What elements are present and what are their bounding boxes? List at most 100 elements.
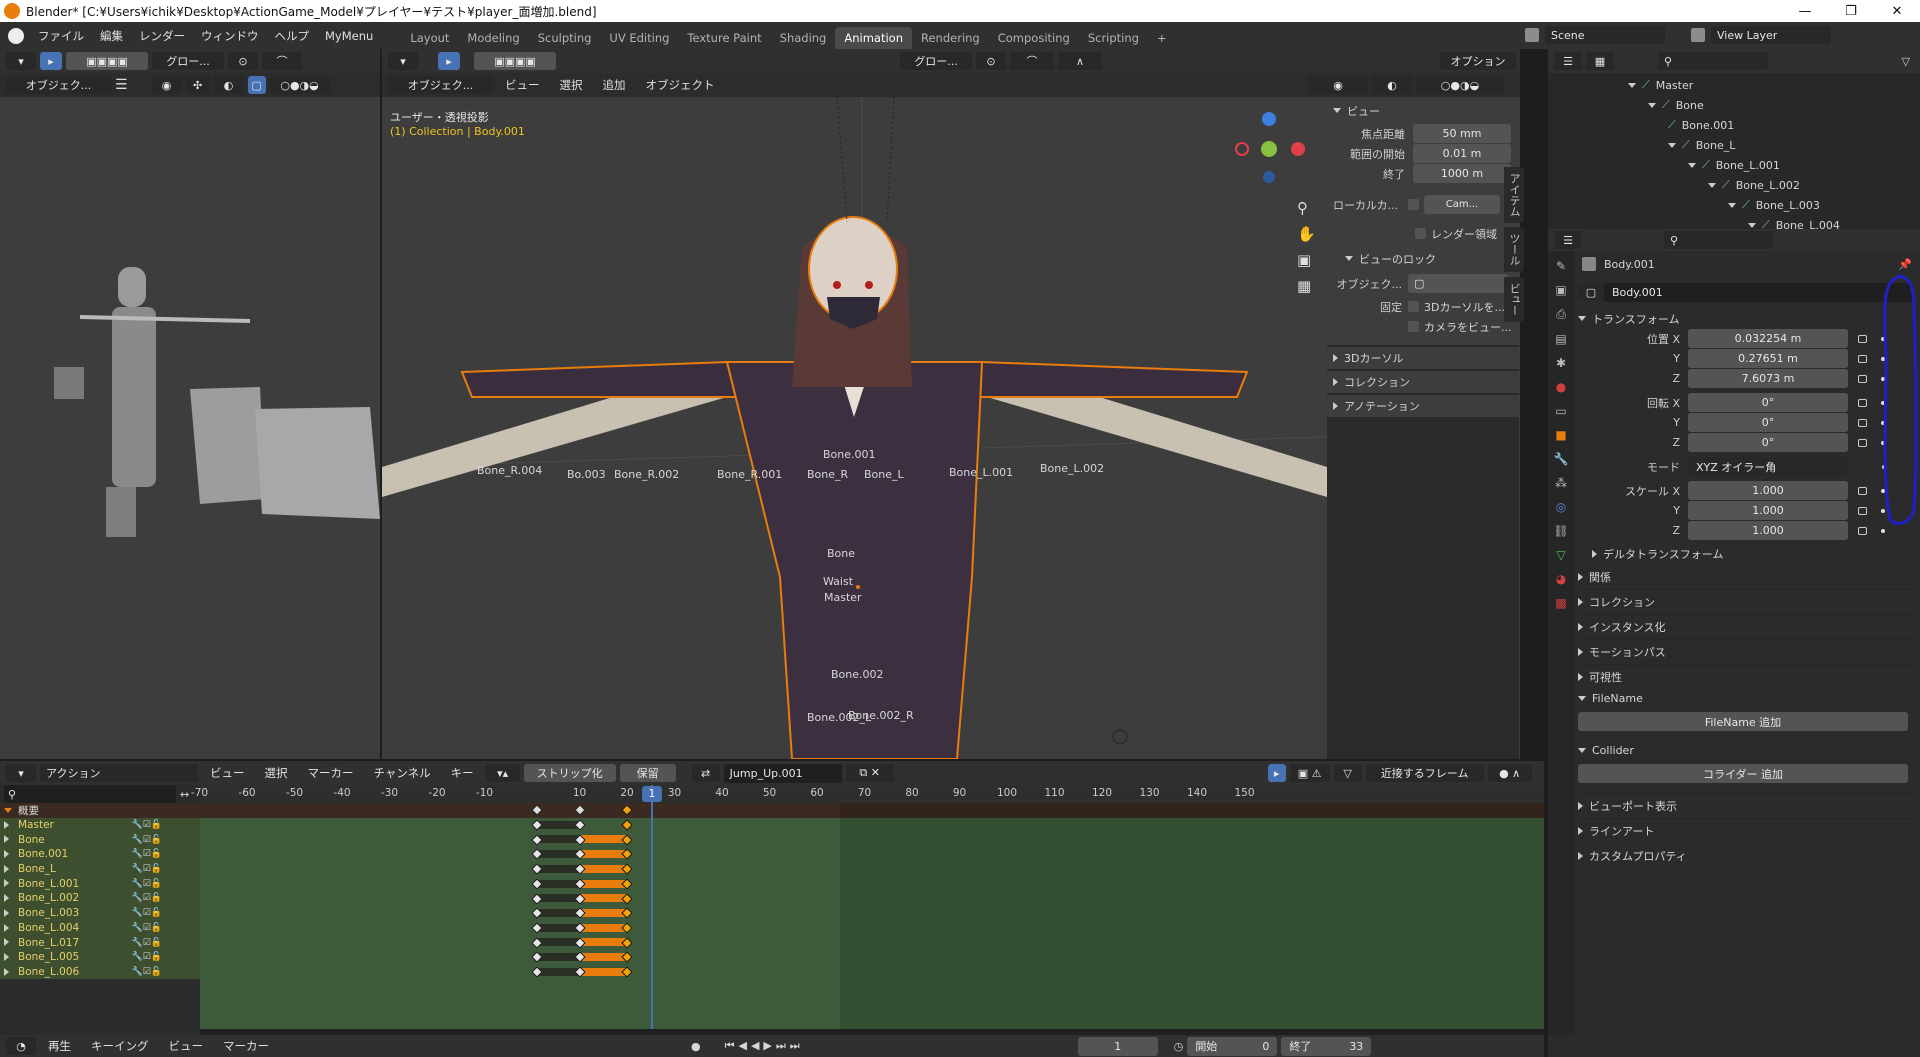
properties-editor-icon[interactable]: ☰ <box>1554 231 1582 249</box>
snap-icon[interactable]: ⌒ <box>262 52 302 70</box>
ds-filter-icon[interactable]: ▽ <box>1333 764 1362 782</box>
channel-toggle-icons[interactable]: 🔧☑🔓 <box>132 893 162 903</box>
channel-row[interactable]: Bone_L 🔧☑🔓 <box>0 861 200 877</box>
menu-window[interactable]: ウィンドウ <box>193 28 267 44</box>
expand-arrow-icon[interactable] <box>1648 102 1656 108</box>
collection-tab-icon[interactable]: ▭ <box>1555 404 1566 418</box>
snap-mode-select[interactable]: 近接するフレーム <box>1365 764 1484 782</box>
main-object-mode-select[interactable]: オブジェク... <box>388 76 493 94</box>
expand-arrow-icon[interactable] <box>1708 182 1716 188</box>
keyframe-diamond[interactable] <box>621 819 633 831</box>
main-shading-buttons[interactable]: ○●◑◒ <box>1416 76 1504 94</box>
main-menu-add[interactable]: 追加 <box>595 77 634 93</box>
lock-camera-checkbox[interactable] <box>1408 321 1419 332</box>
menu-icon[interactable]: ☰ <box>115 77 128 93</box>
filename-header[interactable]: FileName <box>1578 689 1918 708</box>
channel-toggle-icons[interactable]: 🔧☑🔓 <box>132 938 162 948</box>
ds-menu-view[interactable]: ビュー <box>202 765 253 781</box>
delta-transform-header[interactable]: デルタトランスフォーム <box>1578 544 1918 563</box>
transform-orientation[interactable]: グロー... <box>152 52 224 70</box>
npanel-tab-view[interactable]: ビュー <box>1504 277 1524 322</box>
main-menu-view[interactable]: ビュー <box>497 77 548 93</box>
channel-row[interactable]: Bone_L.002 🔧☑🔓 <box>0 891 200 906</box>
dopesheet-mode-select[interactable]: アクション <box>40 764 198 782</box>
minimize-button[interactable]: — <box>1782 0 1828 22</box>
tab-scripting[interactable]: Scripting <box>1079 27 1148 49</box>
object-type-icon[interactable]: ▢ <box>1578 283 1604 301</box>
section-header[interactable]: カスタムプロパティ <box>1578 843 1918 867</box>
preview-range-icon[interactable]: ◷ <box>1174 1040 1184 1053</box>
expand-arrow-icon[interactable] <box>4 879 9 888</box>
transform-header[interactable]: トランスフォーム <box>1578 309 1918 328</box>
ds-menu-marker[interactable]: マーカー <box>300 765 362 781</box>
expand-arrow-icon[interactable] <box>1628 82 1636 88</box>
transform-field-loc-z[interactable]: 7.6073 m <box>1688 369 1848 388</box>
summary-row[interactable]: 概要 <box>0 803 200 818</box>
expand-arrow-icon[interactable] <box>4 923 9 932</box>
lock-icon[interactable] <box>1858 506 1867 515</box>
view-lock-header[interactable]: ビューのロック <box>1333 249 1513 268</box>
clip-start-field[interactable]: 0.01 m <box>1413 144 1511 163</box>
expand-arrow-icon[interactable] <box>1688 162 1696 168</box>
ds-menu-channel[interactable]: チャンネル <box>366 765 439 781</box>
keyframe-diamond[interactable] <box>621 951 633 964</box>
channel-row[interactable]: Bone_L.001 🔧☑🔓 <box>0 876 200 892</box>
only-selected-icon[interactable]: ▸ <box>1267 764 1286 782</box>
section-header[interactable]: ラインアート <box>1578 818 1918 842</box>
action-buttons[interactable]: ⧉ ✕ <box>845 764 894 782</box>
physics-tab-icon[interactable]: ◎ <box>1556 500 1566 514</box>
ds-menu-select[interactable]: 選択 <box>257 765 296 781</box>
main-select-tool-icon[interactable]: ▸ <box>438 52 460 70</box>
transform-field-rot-y[interactable]: 0° <box>1688 413 1848 432</box>
data-tab-icon[interactable]: ▽ <box>1556 548 1565 562</box>
channel-toggle-icons[interactable]: 🔧☑🔓 <box>132 952 162 962</box>
channel-row[interactable]: Bone_L.006 🔧☑🔓 <box>0 964 200 980</box>
record-icon[interactable]: ● <box>691 1040 701 1053</box>
section-header[interactable]: 関係 <box>1578 564 1918 588</box>
tab-texture-paint[interactable]: Texture Paint <box>678 27 770 49</box>
tab-layout[interactable]: Layout <box>401 27 458 49</box>
filter-icon[interactable]: ▽ <box>1902 55 1910 68</box>
annotation-panel[interactable]: アノテーション <box>1327 395 1519 417</box>
lock-icon[interactable] <box>1858 398 1867 407</box>
view-panel-header[interactable]: ビュー <box>1333 101 1513 120</box>
main-editor-type-button[interactable]: ▾ <box>388 52 418 70</box>
main-pivot-icon[interactable]: ⊙ <box>976 52 1006 70</box>
footer-menu-playback[interactable]: 再生 <box>40 1038 79 1054</box>
channel-row[interactable]: Bone_L.005 🔧☑🔓 <box>0 949 200 965</box>
dopesheet-editor-icon[interactable]: ▾ <box>6 764 36 782</box>
main-select-mode-buttons[interactable]: ▣▣▣▣ <box>474 52 556 70</box>
particles-tab-icon[interactable]: ⁂ <box>1555 476 1567 490</box>
transform-field-loc-x[interactable]: 0.032254 m <box>1688 329 1848 348</box>
expand-arrow-icon[interactable] <box>4 908 9 917</box>
channel-row[interactable]: Bone_L.003 🔧☑🔓 <box>0 905 200 921</box>
main-visibility-icon[interactable]: ◉ <box>1308 76 1368 94</box>
close-button[interactable]: ✕ <box>1874 0 1920 22</box>
view-layer-tab-icon[interactable]: ▤ <box>1555 332 1566 346</box>
channel-row[interactable]: Bone.001 🔧☑🔓 <box>0 847 200 862</box>
outliner-item[interactable]: ⟋ Bone.001 <box>1548 115 1920 135</box>
lock-icon[interactable] <box>1858 418 1867 427</box>
lock-icon[interactable] <box>1858 374 1867 383</box>
section-header[interactable]: コレクション <box>1578 589 1918 613</box>
pivot-icon[interactable]: ⊙ <box>228 52 258 70</box>
channel-toggle-icons[interactable]: 🔧☑🔓 <box>132 908 162 918</box>
main-overlay-icon[interactable]: ◐ <box>1372 76 1412 94</box>
outliner-item[interactable]: ⟋ Bone_L.002 <box>1548 175 1920 195</box>
render-tab-icon[interactable]: ▣ <box>1555 283 1566 297</box>
ds-filter-icons[interactable]: ▣ ⚠ <box>1289 764 1330 782</box>
tab-uv-editing[interactable]: UV Editing <box>600 27 678 49</box>
current-frame-field[interactable]: 1 <box>1077 1036 1158 1056</box>
output-tab-icon[interactable]: ⎙ <box>1556 307 1566 322</box>
local-camera-field[interactable]: Cam... <box>1424 195 1500 214</box>
swap-icon[interactable]: ↔ <box>180 788 189 801</box>
collider-add-button[interactable]: コライダー 追加 <box>1578 764 1908 783</box>
channel-toggle-icons[interactable]: 🔧☑🔓 <box>132 879 162 889</box>
footer-menu-view[interactable]: ビュー <box>161 1038 212 1054</box>
end-frame-field[interactable]: 終了 33 <box>1281 1036 1372 1056</box>
stash-button[interactable]: 保留 <box>619 764 676 782</box>
channel-search-input[interactable]: ⚲ <box>4 784 176 804</box>
lock-icon[interactable] <box>1858 354 1867 363</box>
expand-arrow-icon[interactable] <box>4 850 9 859</box>
main-menu-object[interactable]: オブジェクト <box>638 77 723 93</box>
